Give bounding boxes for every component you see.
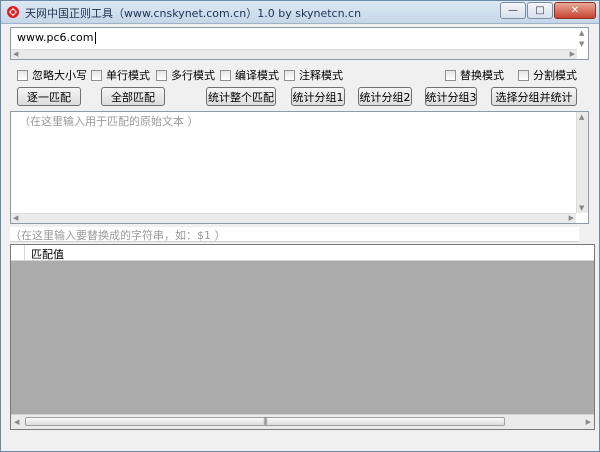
row-selector-header[interactable]	[11, 245, 25, 260]
scroll-left-icon[interactable]: ◀	[13, 214, 18, 222]
match-all-button[interactable]: 全部匹配	[101, 87, 165, 106]
checkbox-icon[interactable]	[220, 69, 231, 81]
window-controls: — □ ✕	[499, 2, 596, 19]
results-grid[interactable]: 匹配值 ◀ ||| ▶	[10, 244, 595, 430]
results-horizontal-scrollbar[interactable]: ◀ ||| ▶	[11, 414, 594, 429]
pattern-horizontal-scrollbar[interactable]: ◀ ▶	[11, 49, 577, 59]
window-title: 天网中国正则工具（www.cnskynet.com.cn）1.0 by skyn…	[25, 7, 362, 20]
option-label: 替换模式	[460, 69, 504, 82]
checkbox-icon[interactable]	[156, 69, 167, 81]
option-label: 多行模式	[171, 69, 215, 82]
scroll-left-icon[interactable]: ◀	[13, 50, 18, 58]
option-comment[interactable]: 注释模式	[284, 67, 343, 83]
close-button[interactable]: ✕	[554, 2, 596, 19]
option-label: 分割模式	[533, 69, 577, 82]
source-placeholder: （在这里输入用于匹配的原始文本 ）	[19, 115, 199, 128]
title-bar: 天网中国正则工具（www.cnskynet.com.cn）1.0 by skyn…	[1, 1, 599, 24]
option-label: 注释模式	[299, 69, 343, 82]
buttons-row: 逐一匹配 全部匹配 统计整个匹配 统计分组1 统计分组2 统计分组3 选择分组并…	[1, 87, 600, 107]
scroll-down-icon[interactable]: ▼	[579, 40, 584, 48]
count-group2-button[interactable]: 统计分组2	[358, 87, 412, 106]
maximize-button[interactable]: □	[527, 2, 553, 19]
source-vertical-scrollbar[interactable]: ▲ ▼	[576, 112, 588, 213]
pattern-value: www.pc6.com	[17, 31, 94, 44]
checkbox-icon[interactable]	[17, 69, 28, 81]
grip-icon: |||	[262, 417, 268, 425]
text-caret	[94, 32, 96, 44]
checkbox-icon[interactable]	[91, 69, 102, 81]
scrollbar-thumb[interactable]: |||	[25, 417, 505, 426]
scroll-up-icon[interactable]: ▲	[579, 29, 584, 37]
scroll-up-icon[interactable]: ▲	[579, 113, 584, 121]
option-replace[interactable]: 替换模式	[445, 67, 504, 83]
checkbox-icon[interactable]	[284, 69, 295, 81]
checkbox-icon[interactable]	[518, 69, 529, 81]
replace-placeholder: （在这里输入要替换成的字符串，如：$1 ）	[10, 229, 226, 242]
scroll-right-icon[interactable]: ▶	[570, 50, 575, 58]
app-icon	[7, 6, 19, 18]
select-group-count-button[interactable]: 选择分组并统计	[491, 87, 577, 106]
main-window: 天网中国正则工具（www.cnskynet.com.cn）1.0 by skyn…	[0, 0, 600, 452]
pattern-vertical-scrollbar[interactable]: ▲ ▼	[578, 28, 588, 59]
option-label: 忽略大小写	[32, 69, 87, 82]
option-label: 编译模式	[235, 69, 279, 82]
source-text-area[interactable]: （在这里输入用于匹配的原始文本 ） ▲ ▼ ◀ ▶	[10, 111, 589, 224]
option-split[interactable]: 分割模式	[518, 67, 577, 83]
option-multi-line[interactable]: 多行模式	[156, 67, 215, 83]
count-group3-button[interactable]: 统计分组3	[425, 87, 477, 106]
option-ignore-case[interactable]: 忽略大小写	[17, 67, 87, 83]
pattern-input[interactable]: www.pc6.com ▲ ▼ ◀ ▶	[10, 27, 589, 60]
column-header-match-value[interactable]: 匹配值	[31, 246, 64, 262]
options-row: 忽略大小写 单行模式 多行模式 编译模式 注释模式 替换模式 分割模式	[1, 67, 600, 83]
option-label: 单行模式	[106, 69, 150, 82]
option-single-line[interactable]: 单行模式	[91, 67, 150, 83]
scroll-right-icon[interactable]: ▶	[586, 418, 591, 426]
minimize-button[interactable]: —	[500, 2, 526, 19]
count-whole-match-button[interactable]: 统计整个匹配	[206, 87, 276, 106]
match-one-button[interactable]: 逐一匹配	[17, 87, 81, 106]
pattern-input-text: www.pc6.com	[17, 31, 96, 44]
scroll-down-icon[interactable]: ▼	[579, 204, 584, 212]
replace-input[interactable]: （在这里输入要替换成的字符串，如：$1 ）	[10, 227, 579, 242]
scroll-left-icon[interactable]: ◀	[14, 418, 19, 426]
results-header: 匹配值	[11, 245, 594, 261]
scroll-right-icon[interactable]: ▶	[569, 214, 574, 222]
count-group1-button[interactable]: 统计分组1	[291, 87, 345, 106]
checkbox-icon[interactable]	[445, 69, 456, 81]
source-horizontal-scrollbar[interactable]: ◀ ▶	[11, 213, 576, 223]
option-compiled[interactable]: 编译模式	[220, 67, 279, 83]
